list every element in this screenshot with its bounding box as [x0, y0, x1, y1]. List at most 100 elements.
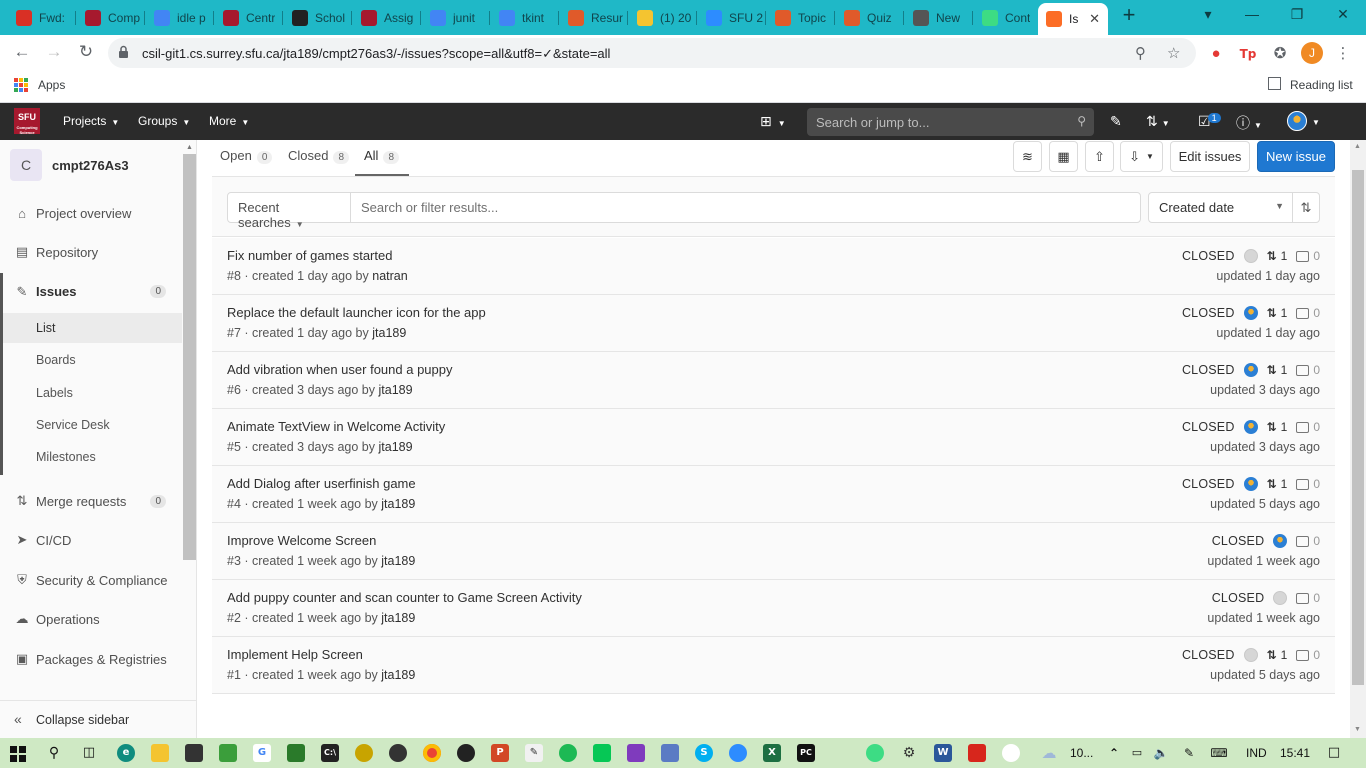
skype-icon[interactable]: S — [695, 744, 713, 762]
issues-shortcut-icon[interactable]: ✎ — [1110, 113, 1122, 130]
issue-author-link[interactable]: jta189 — [379, 383, 413, 397]
comments-count[interactable]: 0 — [1296, 591, 1320, 605]
back-icon[interactable]: ← — [12, 43, 32, 61]
tab-all[interactable]: All 8 — [364, 148, 400, 164]
windows-start-icon[interactable] — [10, 746, 26, 762]
clock[interactable]: 15:41 — [1280, 746, 1310, 760]
issue-title-link[interactable]: Replace the default launcher icon for th… — [227, 305, 486, 320]
issue-ref[interactable]: #4 — [227, 497, 241, 511]
forward-icon[interactable]: → — [44, 43, 64, 61]
file-explorer-icon[interactable] — [151, 744, 169, 762]
extension-apps-icon[interactable]: ● — [1207, 45, 1225, 63]
apps-bookmark[interactable]: Apps — [38, 78, 65, 92]
browser-tab[interactable]: New — [905, 5, 971, 31]
assignee-avatar[interactable] — [1243, 363, 1258, 377]
sidebar-item-security-compliance[interactable]: ⛨ Security & Compliance — [0, 566, 182, 594]
sort-direction-button[interactable]: ⇅ — [1292, 192, 1320, 223]
issue-author-link[interactable]: natran — [372, 269, 407, 283]
weather-cloud-icon[interactable]: ☁ — [1040, 744, 1058, 762]
acrobat-icon[interactable] — [968, 744, 986, 762]
browser-menu-icon[interactable]: ⋮ — [1334, 45, 1352, 63]
browser-tab[interactable]: junit — [422, 5, 488, 31]
tab-search-icon[interactable]: ▾ — [1198, 6, 1218, 23]
sidebar-subitem-service-desk[interactable]: Service Desk — [0, 410, 182, 440]
assignee-avatar[interactable] — [1243, 648, 1258, 662]
zoom-lens-icon[interactable]: ⚲ — [1135, 44, 1146, 62]
sidebar-scrollbar[interactable] — [183, 154, 196, 560]
task-view-icon[interactable]: ◫ — [80, 744, 98, 762]
related-merge-requests[interactable]: ⇅ 1 — [1267, 648, 1288, 662]
browser-tab[interactable]: SFU 2 — [698, 5, 764, 31]
browser-tab[interactable]: tkint — [491, 5, 557, 31]
issue-author-link[interactable]: jta189 — [381, 668, 415, 682]
new-item-plus-icon[interactable]: ⊞ ▼ — [760, 113, 786, 130]
keyboard-icon[interactable]: ⌨ — [1210, 744, 1228, 762]
spotify-icon[interactable] — [559, 744, 577, 762]
sidebar-subitem-labels[interactable]: Labels — [0, 378, 182, 408]
comments-count[interactable]: 0 — [1296, 306, 1320, 320]
browser-tab[interactable]: Comp — [77, 5, 143, 31]
related-merge-requests[interactable]: ⇅ 1 — [1267, 363, 1288, 377]
sidebar-item-ci-cd[interactable]: ➤ CI/CD — [0, 526, 182, 554]
import-issues-button[interactable]: ⇧ — [1085, 141, 1114, 172]
scrollbar-thumb[interactable] — [1352, 170, 1364, 685]
browser-tab[interactable]: Schol — [284, 5, 350, 31]
help-icon[interactable]: ⓘ ▼ — [1236, 113, 1262, 133]
apps-grid-icon[interactable] — [14, 78, 28, 92]
assignee-avatar[interactable] — [1243, 306, 1258, 320]
sidebar-subitem-milestones[interactable]: Milestones — [0, 442, 182, 472]
calendar-feed-button[interactable]: ▦ — [1049, 141, 1078, 172]
google-icon[interactable]: G — [253, 744, 271, 762]
export-issues-button[interactable]: ⇩ ▼ — [1120, 141, 1163, 172]
issue-author-link[interactable]: jta189 — [379, 440, 413, 454]
issue-title-link[interactable]: Animate TextView in Welcome Activity — [227, 419, 445, 434]
tab-closed[interactable]: Closed 8 — [288, 148, 350, 164]
related-merge-requests[interactable]: ⇅ 1 — [1267, 306, 1288, 320]
app-icon[interactable] — [389, 744, 407, 762]
word-icon[interactable]: W — [934, 744, 952, 762]
browser-tab[interactable]: Centr — [215, 5, 281, 31]
sidebar-subitem-boards[interactable]: Boards — [0, 345, 182, 375]
weather-text[interactable]: 10... — [1070, 746, 1093, 760]
scroll-up-arrow-icon[interactable]: ▲ — [186, 144, 193, 151]
reload-icon[interactable]: ↻ — [76, 43, 96, 61]
issue-author-link[interactable]: jta189 — [381, 611, 415, 625]
page-scrollbar[interactable]: ▲ ▼ — [1350, 140, 1366, 738]
close-tab-icon[interactable]: ✕ — [1089, 11, 1100, 27]
android-studio-icon[interactable] — [866, 744, 884, 762]
assignee-avatar[interactable] — [1273, 591, 1288, 605]
comments-count[interactable]: 0 — [1296, 648, 1320, 662]
comments-count[interactable]: 0 — [1296, 534, 1320, 548]
assignee-avatar[interactable] — [1243, 249, 1258, 263]
sidebar-item-project-overview[interactable]: ⌂ Project overview — [0, 199, 182, 227]
related-merge-requests[interactable]: ⇅ 1 — [1267, 420, 1288, 434]
comments-count[interactable]: 0 — [1296, 249, 1320, 263]
project-avatar[interactable]: C — [10, 149, 42, 181]
issue-row[interactable]: Fix number of games started #8 · created … — [212, 238, 1335, 295]
restore-icon[interactable]: ❐ — [1287, 6, 1307, 23]
assignee-avatar[interactable] — [1243, 420, 1258, 434]
sidebar-item-operations[interactable]: ☁ Operations — [0, 605, 182, 633]
rss-feed-button[interactable]: ≋ — [1013, 141, 1042, 172]
issue-row[interactable]: Add Dialog after userfinish game #4 · cre… — [212, 466, 1335, 523]
browser-tab[interactable]: Resur — [560, 5, 626, 31]
issue-ref[interactable]: #8 — [227, 269, 241, 283]
extension-tp-icon[interactable]: Tp — [1239, 45, 1257, 63]
zoom-icon[interactable] — [729, 744, 747, 762]
browser-tab[interactable]: Fwd: — [8, 5, 74, 31]
store-icon[interactable] — [185, 744, 203, 762]
notepad-icon[interactable]: ✎ — [525, 744, 543, 762]
browser-tab[interactable]: Is ✕ — [1038, 3, 1108, 35]
sort-dropdown[interactable]: Created date ▼ — [1148, 192, 1293, 223]
battery-icon[interactable]: ▭ — [1128, 744, 1146, 762]
issue-author-link[interactable]: jta189 — [381, 554, 415, 568]
browser-tab[interactable]: Cont — [974, 5, 1040, 31]
app-icon[interactable] — [457, 744, 475, 762]
app-icon[interactable] — [355, 744, 373, 762]
volume-icon[interactable]: 🔈 — [1152, 744, 1170, 762]
issue-title-link[interactable]: Fix number of games started — [227, 248, 392, 263]
lock-icon[interactable] — [118, 45, 129, 59]
merge-requests-shortcut-icon[interactable]: ⇅ ▼ — [1146, 113, 1170, 130]
edge-icon[interactable]: e — [117, 744, 135, 762]
profile-avatar[interactable]: J — [1301, 42, 1323, 64]
